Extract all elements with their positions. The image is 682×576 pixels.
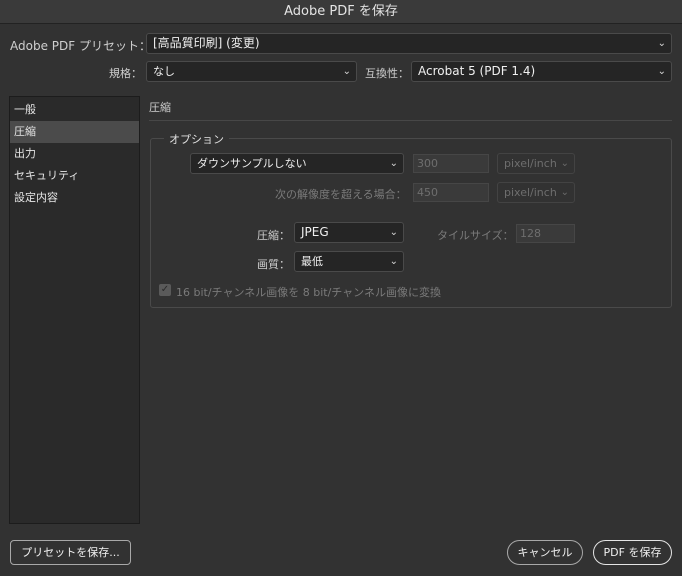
section-title: 圧縮 [149, 101, 171, 114]
above-unit-select[interactable]: pixel/inch ⌄ [497, 182, 575, 203]
sidebar-item-output[interactable]: 出力 [10, 143, 139, 165]
above-unit-value: pixel/inch [504, 186, 557, 199]
chevron-down-icon: ⌄ [342, 66, 351, 77]
standard-label: 規格： [109, 67, 142, 80]
window-title: Adobe PDF を保存 [0, 0, 682, 24]
chevron-down-icon: ⌄ [389, 256, 398, 267]
compression-label: 圧縮： [257, 229, 290, 242]
chevron-down-icon: ⌄ [389, 227, 398, 238]
downsample-value: ダウンサンプルしない [197, 157, 307, 170]
compression-select[interactable]: JPEG ⌄ [294, 222, 404, 243]
chevron-down-icon: ⌄ [657, 66, 666, 77]
compat-value: Acrobat 5 (PDF 1.4) [418, 64, 536, 78]
divider [149, 120, 672, 121]
sidebar-item-summary[interactable]: 設定内容 [10, 187, 139, 209]
compat-select[interactable]: Acrobat 5 (PDF 1.4) ⌄ [411, 61, 672, 82]
compat-label: 互換性： [365, 67, 409, 80]
quality-select[interactable]: 最低 ⌄ [294, 251, 404, 272]
ppi-unit-value: pixel/inch [504, 157, 557, 170]
above-resolution-input[interactable]: 450 [413, 183, 489, 202]
tile-size-input[interactable]: 128 [516, 224, 575, 243]
chevron-down-icon: ⌄ [657, 38, 666, 49]
cancel-button[interactable]: キャンセル [507, 540, 583, 565]
preset-select[interactable]: [高品質印刷] (変更) ⌄ [146, 33, 672, 54]
quality-value: 最低 [301, 255, 323, 268]
downsample-select[interactable]: ダウンサンプルしない ⌄ [190, 153, 404, 174]
tile-size-label: タイルサイズ： [437, 229, 514, 242]
options-group-title: オプション [164, 131, 229, 147]
sidebar-item-compression[interactable]: 圧縮 [10, 121, 139, 143]
ppi-input[interactable]: 300 [413, 154, 489, 173]
chevron-down-icon: ⌄ [560, 158, 569, 169]
sidebar: 一般 圧縮 出力 セキュリティ 設定内容 [9, 96, 140, 524]
above-resolution-label: 次の解像度を超える場合： [275, 188, 407, 201]
save-pdf-button[interactable]: PDF を保存 [593, 540, 672, 565]
ppi-unit-select[interactable]: pixel/inch ⌄ [497, 153, 575, 174]
preset-value: [高品質印刷] (変更) [153, 36, 260, 50]
chevron-down-icon: ⌄ [560, 187, 569, 198]
convert-checkbox[interactable]: ✓ [159, 284, 171, 296]
save-preset-button[interactable]: プリセットを保存... [10, 540, 131, 565]
preset-label: Adobe PDF プリセット： [10, 39, 151, 53]
checkmark-icon: ✓ [160, 284, 170, 295]
convert-label: 16 bit/チャンネル画像を 8 bit/チャンネル画像に変換 [176, 286, 441, 299]
compression-value: JPEG [301, 225, 329, 239]
chevron-down-icon: ⌄ [389, 158, 398, 169]
quality-label: 画質： [257, 258, 290, 271]
sidebar-item-general[interactable]: 一般 [10, 99, 139, 121]
sidebar-item-security[interactable]: セキュリティ [10, 165, 139, 187]
standard-value: なし [153, 65, 175, 78]
standard-select[interactable]: なし ⌄ [146, 61, 357, 82]
